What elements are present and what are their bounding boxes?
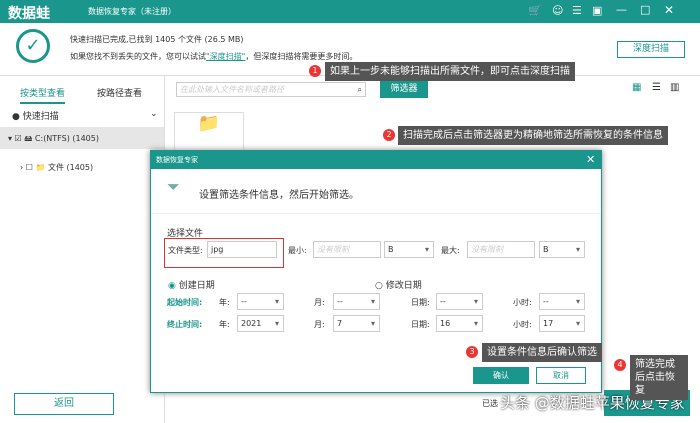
drive-item[interactable]: ▾ ☑ 🖴 C:(NTFS) (1405): [0, 127, 164, 149]
hint-text-end: ，但深度扫描将需要更多时间。: [245, 52, 358, 61]
end-time-label: 终止时间:: [167, 320, 203, 329]
max-unit-select[interactable]: B: [539, 241, 585, 258]
maximize-icon[interactable]: □: [640, 3, 650, 16]
max-size-input[interactable]: 没有限制: [467, 241, 535, 258]
filter-button[interactable]: 筛选器: [380, 81, 428, 98]
search-icon[interactable]: ⌕: [358, 83, 362, 96]
minimize-icon[interactable]: —: [616, 3, 627, 16]
tip-4: 筛选完成后点击恢复: [630, 355, 688, 400]
year-label: 年:: [219, 298, 230, 307]
list-view-icon[interactable]: ☰: [652, 82, 661, 93]
day-label: 日期:: [411, 298, 430, 307]
divider: [151, 213, 601, 214]
max-size-label: 最大:: [441, 246, 460, 255]
quick-scan-item[interactable]: ● 快速扫描: [12, 109, 59, 122]
end-hour-select[interactable]: 17: [539, 315, 585, 332]
quick-scan-label: 快速扫描: [22, 112, 59, 122]
dialog-title: 数据恢复专家: [156, 156, 198, 164]
search-input[interactable]: 在此处输入文件名称或者路径 ⌕: [176, 82, 366, 97]
start-year-select[interactable]: --: [237, 293, 284, 310]
hour-label: 小时:: [513, 298, 532, 307]
step-marker: 1: [309, 65, 321, 77]
modify-date-label: 修改日期: [385, 281, 422, 291]
tip-2: 扫描完成后点击筛选器更为精确地筛选所需恢复的条件信息: [398, 126, 668, 145]
step-marker: 4: [614, 359, 626, 371]
min-size-label: 最小:: [288, 246, 307, 255]
save-icon[interactable]: ▣: [592, 4, 602, 17]
drive-label: C:(NTFS) (1405): [34, 134, 99, 143]
folder-thumbnail[interactable]: 📁: [174, 112, 244, 152]
brand-logo: 数据蛙: [8, 6, 50, 22]
folder-item[interactable]: › ☐ 📁 文件 (1405): [20, 162, 93, 173]
dialog-heading: 设置筛选条件信息，然后开始筛选。: [199, 190, 359, 201]
step-marker: 3: [466, 346, 478, 358]
create-date-label: 创建日期: [178, 281, 215, 291]
confirm-button[interactable]: 确认: [473, 367, 529, 384]
min-size-input[interactable]: 没有限制: [313, 241, 381, 258]
deep-scan-link[interactable]: "深度扫描": [206, 52, 245, 61]
selected-count: 已选: [482, 399, 498, 408]
tab-by-type[interactable]: 按类型查看: [20, 86, 66, 104]
start-day-select[interactable]: --: [436, 293, 483, 310]
chevron-down-icon[interactable]: ⌄: [150, 109, 158, 119]
title-bar: 数据蛙 数据恢复专家（未注册） 🛒 ☺ ☰ ▣ — □ ✕: [0, 0, 700, 23]
grid-view-icon[interactable]: ▦: [632, 82, 641, 93]
tab-by-path[interactable]: 按路径查看: [97, 86, 142, 99]
end-day-select[interactable]: 16: [436, 315, 483, 332]
tip-1: 如果上一步未能够扫描出所需文件，即可点击深度扫描: [325, 62, 575, 81]
min-unit-select[interactable]: B: [384, 241, 434, 258]
close-icon[interactable]: ✕: [664, 3, 674, 17]
hint-text: 如果您找不到丢失的文件，您可以试试: [70, 52, 206, 61]
scan-hint: 如果您找不到丢失的文件，您可以试试"深度扫描"，但深度扫描将需要更多时间。: [70, 51, 357, 62]
modify-date-radio[interactable]: ○ 修改日期: [375, 278, 422, 291]
tip-3: 设置条件信息后确认筛选: [482, 343, 602, 362]
scan-status: 快速扫描已完成,已找到 1405 个文件 (26.5 MB): [70, 35, 244, 44]
year-label: 年:: [219, 320, 230, 329]
back-button[interactable]: 返回: [14, 393, 114, 415]
file-type-input[interactable]: jpg: [207, 241, 277, 258]
user-icon[interactable]: ☺: [552, 4, 563, 17]
start-time-label: 起始时间:: [167, 298, 203, 307]
check-icon: ✓: [16, 29, 50, 63]
search-placeholder: 在此处输入文件名称或者路径: [180, 85, 284, 94]
end-month-select[interactable]: 7: [333, 315, 380, 332]
create-date-radio[interactable]: ◉ 创建日期: [168, 278, 215, 291]
cancel-button[interactable]: 取消: [536, 367, 586, 384]
day-label: 日期:: [411, 320, 430, 329]
step-marker: 2: [383, 129, 395, 141]
dialog-close-icon[interactable]: ✕: [586, 153, 595, 166]
folder-label: 文件 (1405): [47, 163, 94, 172]
dialog-title-bar: 数据恢复专家 ✕: [151, 151, 601, 169]
file-type-label: 文件类型:: [168, 246, 203, 255]
menu-icon[interactable]: ☰: [572, 4, 582, 17]
month-label: 月:: [314, 298, 325, 307]
start-hour-select[interactable]: --: [539, 293, 585, 310]
detail-view-icon[interactable]: ▥: [670, 82, 679, 93]
month-label: 月:: [314, 320, 325, 329]
cart-icon[interactable]: 🛒: [528, 4, 542, 17]
sidebar: 按类型查看 按路径查看 ● 快速扫描 ⌄ ▾ ☑ 🖴 C:(NTFS) (140…: [0, 75, 165, 423]
app-title: 数据恢复专家（未注册）: [88, 7, 176, 16]
hour-label: 小时:: [513, 320, 532, 329]
start-month-select[interactable]: --: [333, 293, 380, 310]
funnel-icon: ⏷: [167, 177, 180, 196]
deep-scan-button[interactable]: 深度扫描: [617, 41, 685, 58]
end-year-select[interactable]: 2021: [237, 315, 284, 332]
